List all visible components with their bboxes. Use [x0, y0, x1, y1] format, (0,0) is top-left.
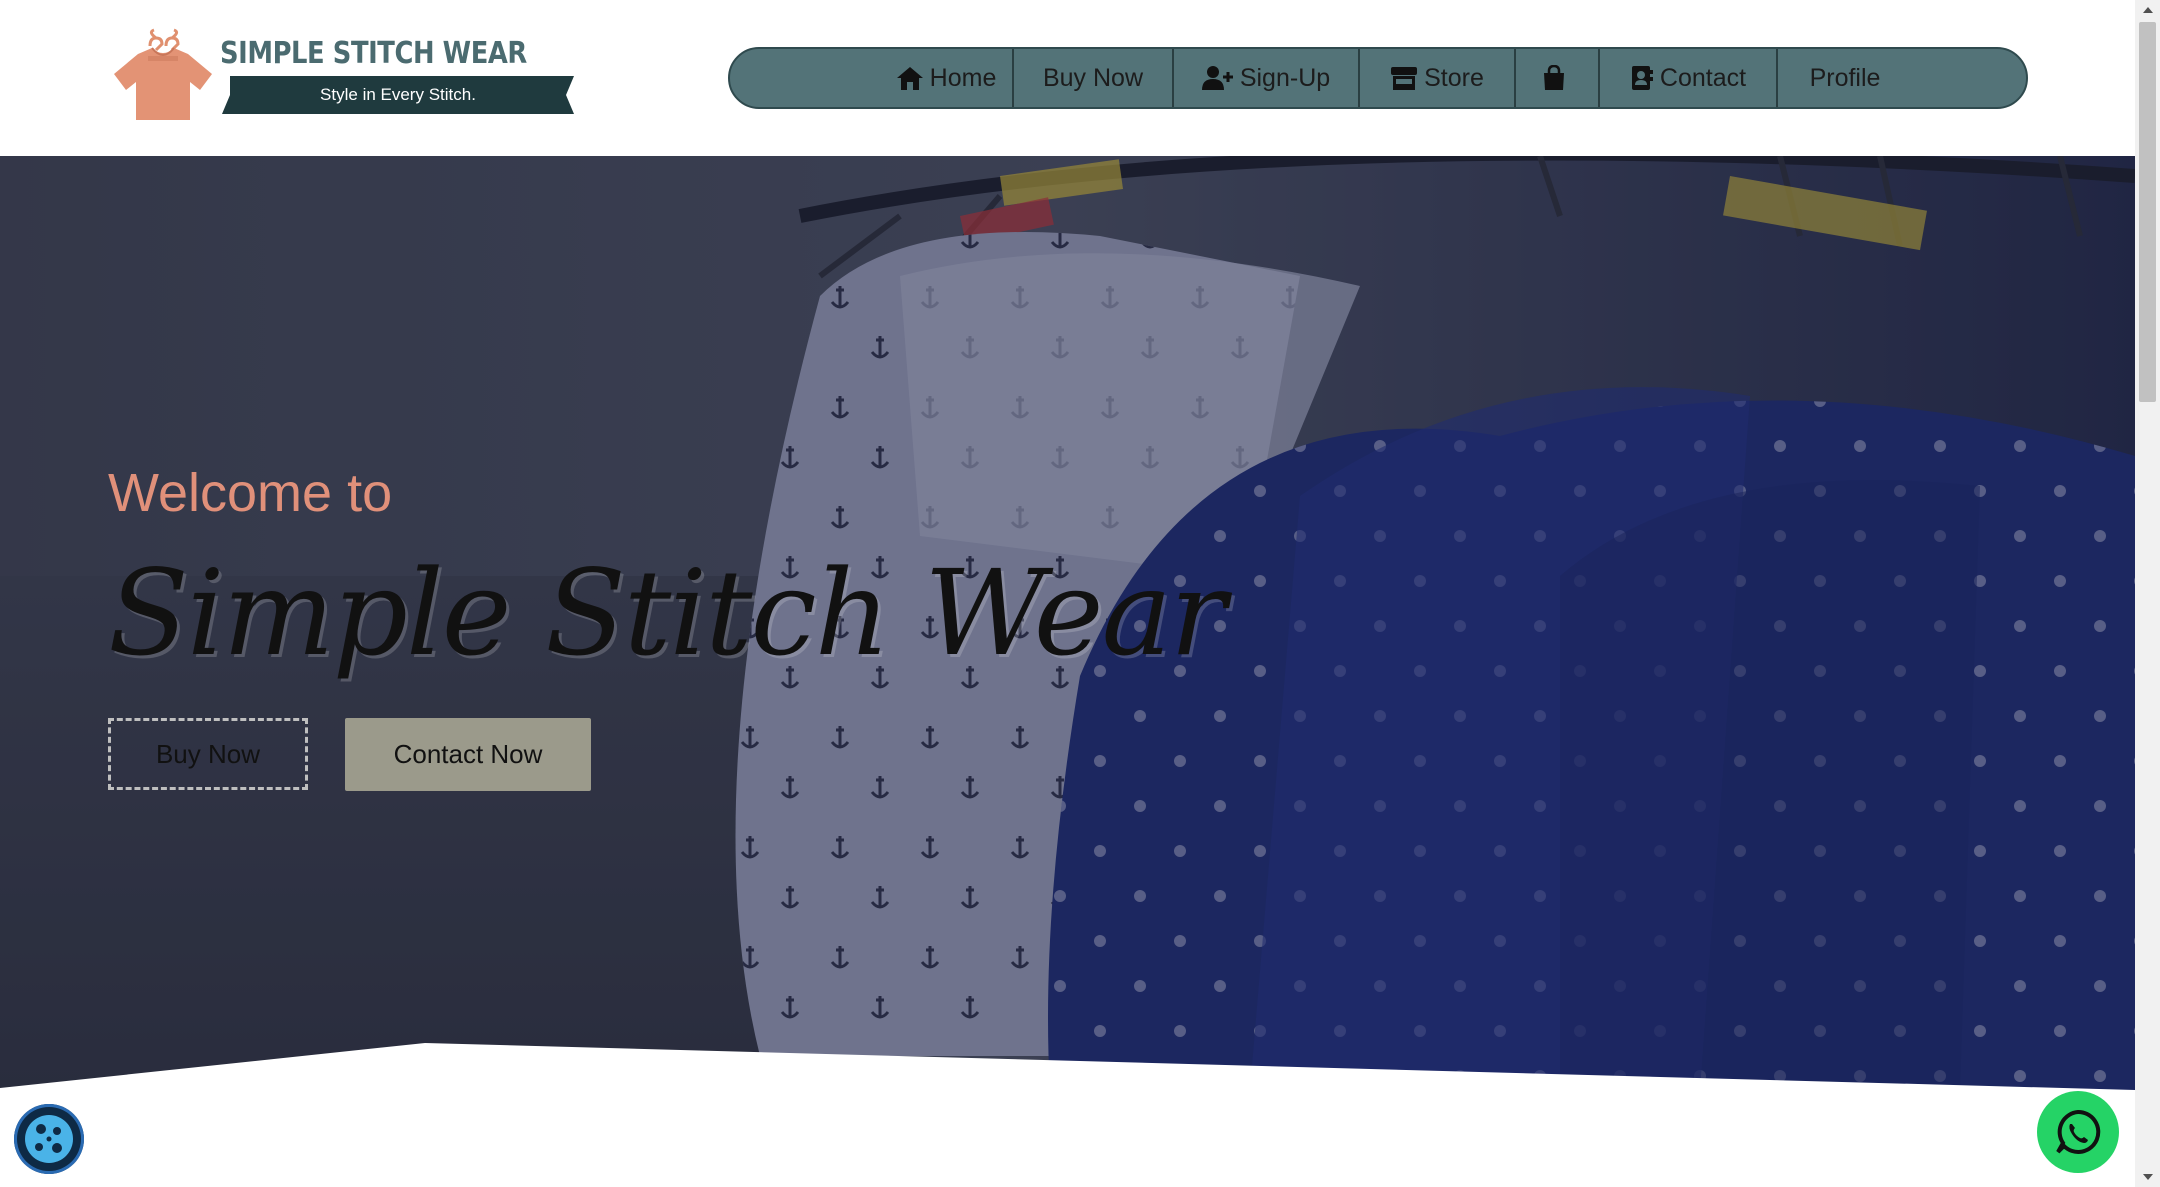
hero-welcome-text: Welcome to [108, 463, 393, 523]
brand-name: SIMPLE STITCH WEAR [220, 36, 527, 71]
scroll-down-arrow-icon[interactable] [2135, 1167, 2160, 1187]
cookie-settings-button[interactable] [14, 1104, 84, 1174]
nav-contact[interactable]: Contact [1600, 49, 1776, 107]
cookie-icon [25, 1115, 73, 1163]
store-icon [1391, 67, 1418, 90]
shirt-hanger-logo-icon [114, 28, 212, 120]
whatsapp-icon [2056, 1109, 2101, 1154]
nav-profile[interactable]: Profile [1778, 49, 1912, 107]
nav-store[interactable]: Store [1360, 49, 1514, 107]
hero-contact-now-button[interactable]: Contact Now [345, 718, 591, 791]
address-book-icon [1631, 66, 1653, 90]
nav-store-label: Store [1424, 63, 1484, 92]
user-plus-icon [1201, 66, 1233, 90]
nav-contact-label: Contact [1659, 63, 1747, 92]
whatsapp-chat-button[interactable] [2037, 1091, 2119, 1173]
brand-tagline-banner: Style in Every Stitch. [222, 76, 574, 114]
brand-tagline: Style in Every Stitch. [320, 85, 476, 104]
nav-cart[interactable] [1516, 49, 1598, 107]
scrollbar-thumb[interactable] [2139, 22, 2156, 402]
nav-buy-now-label: Buy Now [1042, 63, 1144, 92]
hero-buy-now-button[interactable]: Buy Now [108, 718, 308, 790]
nav-buy-now[interactable]: Buy Now [1014, 49, 1172, 107]
site-logo[interactable]: SIMPLE STITCH WEAR Style in Every Stitch… [108, 28, 574, 124]
home-icon [896, 67, 923, 90]
nav-sign-up[interactable]: Sign-Up [1174, 49, 1358, 107]
nav-home-label: Home [929, 63, 997, 92]
shopping-bag-icon [1544, 65, 1564, 90]
nav-home[interactable]: Home [870, 49, 1022, 107]
nav-profile-label: Profile [1809, 63, 1881, 92]
scroll-up-arrow-icon[interactable] [2135, 0, 2160, 20]
nav-sign-up-label: Sign-Up [1239, 63, 1331, 92]
page-scrollbar[interactable] [2135, 0, 2160, 1187]
main-navigation: Home Buy Now Sign-Up Store Contact Profi… [728, 47, 2028, 109]
hero-title: Simple Stitch Wear [108, 544, 1226, 682]
hero-section: Welcome to Simple Stitch Wear Buy Now Co… [0, 156, 2135, 1090]
site-header: SIMPLE STITCH WEAR Style in Every Stitch… [0, 0, 2135, 156]
